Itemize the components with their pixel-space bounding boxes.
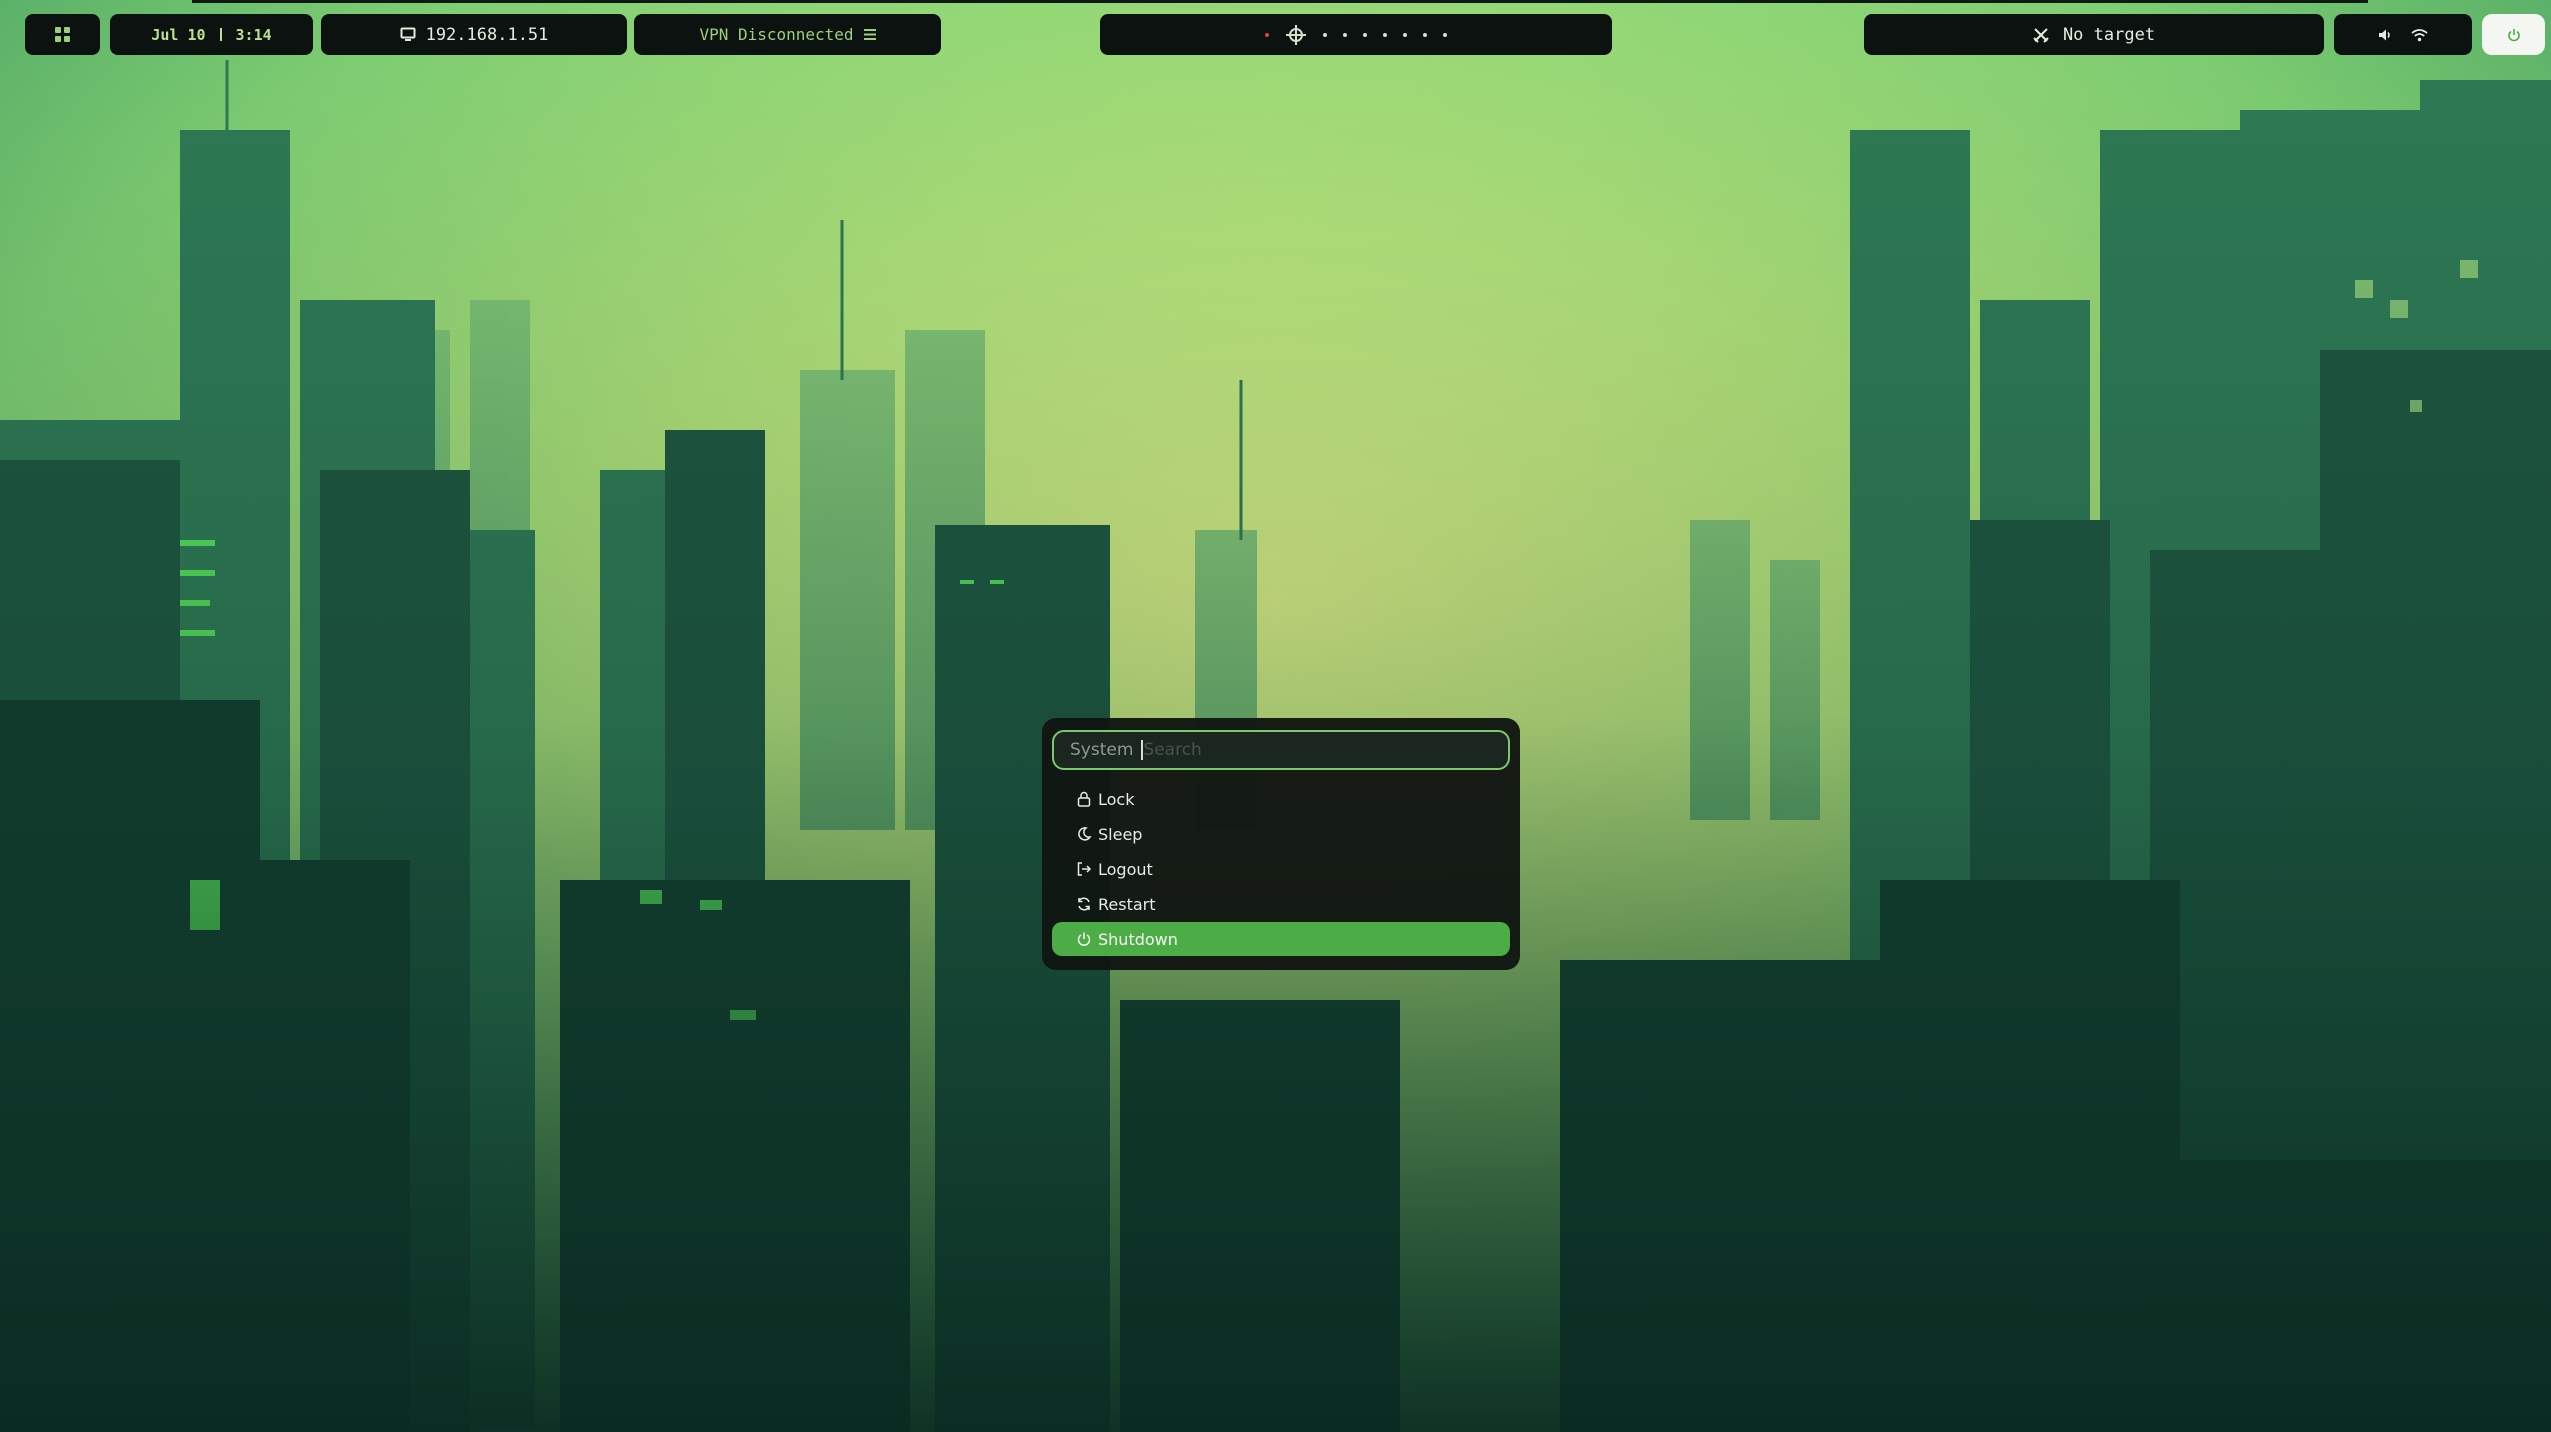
ip-address-widget[interactable]: 192.168.1.51 (321, 14, 627, 55)
menu-item-label: Restart (1098, 894, 1156, 914)
workspace-dot[interactable] (1403, 32, 1407, 37)
grid-icon (55, 27, 70, 42)
workspace-dot[interactable] (1423, 32, 1427, 37)
menu-item-label: Shutdown (1098, 929, 1178, 949)
top-edge-line (192, 0, 2368, 3)
search-input[interactable] (1143, 740, 1444, 760)
workspace-dot[interactable] (1343, 32, 1347, 37)
workspace-dot[interactable] (1323, 32, 1327, 37)
clock-widget[interactable]: Jul 10 3:14 (110, 14, 313, 55)
monitor-icon (400, 27, 416, 41)
vpn-status-text: VPN Disconnected (699, 25, 854, 44)
workspace-dot[interactable] (1363, 32, 1367, 37)
menu-item-label: Lock (1098, 789, 1135, 809)
workspace-dot-urgent[interactable] (1265, 32, 1269, 37)
lock-icon (1077, 791, 1091, 807)
menu-item-label: Logout (1098, 859, 1153, 879)
power-menu: System Lock Sleep Logout Restart (1042, 718, 1520, 970)
date-text: Jul 10 (151, 25, 206, 44)
restart-icon (1078, 897, 1090, 911)
moon-icon (1078, 827, 1092, 841)
menu-item-logout[interactable]: Logout (1052, 852, 1510, 886)
desktop-wallpaper (0, 0, 2551, 1432)
ip-address-text: 192.168.1.51 (425, 24, 549, 45)
wifi-icon[interactable] (2411, 28, 2428, 42)
speaker-icon[interactable] (2378, 28, 2393, 42)
menu-item-sleep[interactable]: Sleep (1052, 817, 1510, 851)
menu-item-label: Sleep (1098, 824, 1143, 844)
audio-network-widget[interactable] (2334, 14, 2472, 55)
workspace-active-crosshair-icon[interactable] (1285, 24, 1307, 46)
crossed-swords-icon (2033, 27, 2049, 43)
vpn-status-widget[interactable]: VPN Disconnected (634, 14, 941, 55)
power-button[interactable] (2482, 14, 2545, 55)
menu-item-shutdown[interactable]: Shutdown (1052, 922, 1510, 956)
workspace-dot[interactable] (1383, 32, 1387, 37)
search-prefix: System (1070, 740, 1134, 760)
target-widget[interactable]: No target (1864, 14, 2324, 55)
app-launcher-button[interactable] (25, 14, 100, 55)
separator (219, 28, 222, 41)
workspace-dot[interactable] (1443, 32, 1447, 37)
time-text: 3:14 (235, 25, 272, 44)
power-icon (1077, 932, 1091, 946)
workspace-switcher[interactable] (1100, 14, 1612, 55)
power-menu-search[interactable]: System (1052, 730, 1510, 770)
menu-item-lock[interactable]: Lock (1052, 782, 1510, 816)
logout-icon (1077, 862, 1092, 876)
menu-lines-icon (863, 29, 876, 40)
power-icon (2507, 28, 2520, 41)
menu-item-restart[interactable]: Restart (1052, 887, 1510, 921)
target-status-text: No target (2062, 24, 2156, 45)
